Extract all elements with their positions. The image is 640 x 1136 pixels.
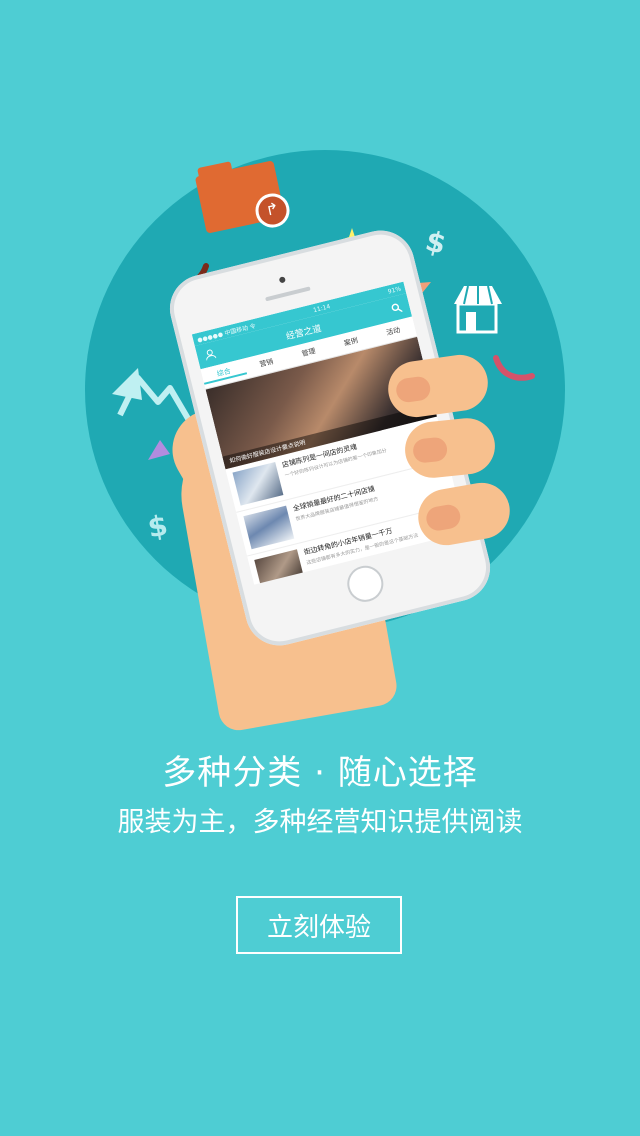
store-icon — [454, 285, 502, 334]
folder-icon: ↱ — [194, 160, 293, 234]
user-icon — [206, 349, 217, 361]
page-title: 多种分类 · 随心选择 — [162, 753, 478, 793]
start-experience-button[interactable]: 立刻体验 — [236, 896, 402, 954]
search-icon — [391, 303, 403, 313]
phone-speaker — [265, 286, 311, 302]
page-subtitle: 服装为主，多种经营知识提供阅读 — [117, 807, 523, 838]
battery-label: 91% — [387, 285, 402, 296]
triangle-confetti — [148, 440, 170, 460]
news-thumbnail — [243, 505, 295, 550]
news-thumbnail — [254, 549, 306, 585]
app-title: 经营之道 — [285, 323, 323, 342]
phone-camera — [278, 276, 286, 284]
phone-home-button — [343, 561, 388, 606]
ribbon-confetti — [493, 355, 535, 381]
news-thumbnail — [232, 461, 284, 506]
onboarding-illustration: ↱ $ $ ●●●●● 中国移动 令 11:14 91% 经营之道 综合 营销 … — [0, 0, 640, 734]
